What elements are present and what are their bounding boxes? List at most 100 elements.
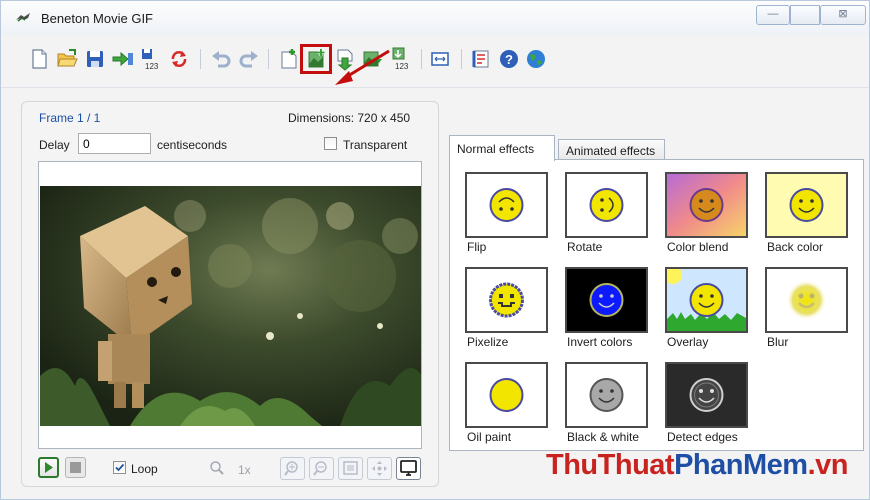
smiley-flip-icon: [489, 188, 524, 222]
fullscreen-button[interactable]: [396, 457, 421, 480]
effect-black-white[interactable]: Black & white: [565, 362, 649, 444]
save-icon[interactable]: [83, 47, 107, 71]
smiley-invert-icon: [567, 269, 646, 331]
effect-label: Oil paint: [467, 430, 512, 444]
watermark-part-1: ThuThuat: [546, 449, 675, 481]
smiley-oil-paint-icon: [489, 378, 524, 412]
effect-thumbnail: [565, 362, 648, 428]
check-icon: [115, 463, 125, 472]
toolbar-separator: [461, 49, 462, 69]
effect-label: Overlay: [667, 335, 709, 349]
effect-back-color[interactable]: Back color: [765, 172, 849, 254]
tab-normal-effects[interactable]: Normal effects: [449, 135, 555, 161]
effect-invert-colors[interactable]: Invert colors: [565, 267, 649, 349]
delay-label: Delay: [39, 138, 70, 152]
move-icon: [372, 461, 387, 476]
effect-label: Rotate: [567, 240, 603, 254]
effect-label: Pixelize: [467, 335, 509, 349]
zoom-out-button[interactable]: [309, 457, 334, 480]
maximize-button[interactable]: [790, 5, 820, 25]
effects-panel: Flip Rotate Color blend Back color Pixel…: [449, 159, 864, 451]
smiley-black-white-icon: [589, 378, 624, 412]
effect-thumbnail: [465, 362, 548, 428]
effect-thumbnail: [665, 362, 748, 428]
delay-unit-label: centiseconds: [157, 138, 228, 152]
effect-thumbnail: [665, 172, 748, 238]
dimensions-label: Dimensions: 720 x 450: [288, 111, 411, 125]
smiley-rotate-icon: [589, 188, 624, 222]
loop-label: Loop: [131, 462, 158, 476]
stop-icon: [70, 462, 81, 473]
effect-overlay[interactable]: Overlay: [665, 267, 749, 349]
zoom-in-icon: [284, 461, 298, 476]
redo-icon[interactable]: [237, 47, 261, 71]
move-button[interactable]: [367, 457, 392, 480]
play-icon: [45, 462, 53, 473]
effect-rotate[interactable]: Rotate: [565, 172, 649, 254]
effect-label: Color blend: [667, 240, 729, 254]
smiley-pixelize-icon: [489, 282, 524, 318]
monitor-icon: [400, 460, 417, 476]
delay-input[interactable]: [78, 133, 151, 154]
open-icon[interactable]: [55, 47, 79, 71]
smiley-color-blend-icon: [667, 174, 746, 236]
effect-label: Black & white: [567, 430, 640, 444]
help-icon[interactable]: ?: [497, 47, 521, 71]
fit-button[interactable]: [338, 457, 363, 480]
effect-thumbnail: [665, 267, 748, 333]
effect-blur[interactable]: Blur: [765, 267, 849, 349]
stop-button[interactable]: [65, 457, 86, 478]
save-numbered-icon[interactable]: 123: [139, 47, 163, 71]
svg-text:?: ?: [505, 52, 513, 67]
properties-icon[interactable]: [469, 47, 493, 71]
transparent-checkbox[interactable]: [324, 137, 337, 150]
divider: [1, 87, 869, 88]
fit-icon: [343, 461, 358, 475]
effect-label: Blur: [767, 335, 789, 349]
effect-color-blend[interactable]: Color blend: [665, 172, 749, 254]
zoom-level: 1x: [238, 463, 251, 477]
tab-animated-effects[interactable]: Animated effects: [558, 139, 665, 160]
effect-label: Back color: [767, 240, 824, 254]
insert-frame-icon[interactable]: [277, 47, 301, 71]
frame-panel: Frame 1 / 1 Dimensions: 720 x 450 Delay …: [21, 101, 439, 487]
zoom-in-button[interactable]: [280, 457, 305, 480]
effect-thumbnail: [765, 172, 848, 238]
minimize-button[interactable]: —: [756, 5, 790, 25]
new-icon[interactable]: [27, 47, 51, 71]
title-bar: Beneton Movie GIF — ⊠: [1, 1, 869, 35]
effect-label: Flip: [467, 240, 487, 254]
effect-oil-paint[interactable]: Oil paint: [465, 362, 549, 444]
import-numbered-text: 123: [395, 62, 409, 71]
smiley-overlay-icon: [667, 269, 746, 331]
smiley-blur-icon: [786, 280, 827, 320]
effect-thumbnail: [465, 172, 548, 238]
window-title: Beneton Movie GIF: [41, 11, 153, 26]
effect-thumbnail: [565, 267, 648, 333]
smiley-back-color-icon: [767, 174, 846, 236]
toolbar-separator: [200, 49, 201, 69]
convert-icon[interactable]: [167, 47, 191, 71]
effect-flip[interactable]: Flip: [465, 172, 549, 254]
export-icon[interactable]: [111, 47, 135, 71]
app-logo-icon: [16, 13, 30, 22]
effect-thumbnail: [465, 267, 548, 333]
zoom-icon: [210, 461, 224, 475]
undo-icon[interactable]: [209, 47, 233, 71]
zoom-out-icon: [313, 461, 327, 476]
effect-label: Invert colors: [567, 335, 633, 349]
frame-preview[interactable]: [38, 161, 422, 449]
play-button[interactable]: [38, 457, 59, 478]
resize-icon[interactable]: [428, 47, 452, 71]
effect-thumbnail: [565, 172, 648, 238]
web-icon[interactable]: [524, 47, 548, 71]
effect-detect-edges[interactable]: Detect edges: [665, 362, 749, 444]
frame-image: [40, 186, 421, 426]
effect-pixelize[interactable]: Pixelize: [465, 267, 549, 349]
app-window: Beneton Movie GIF — ⊠ 123 123 ? Frame 1 …: [0, 0, 870, 500]
loop-checkbox[interactable]: [113, 461, 126, 474]
frame-label: Frame 1 / 1: [39, 111, 101, 125]
close-button[interactable]: ⊠: [820, 5, 866, 25]
save-numbered-text: 123: [145, 62, 159, 71]
watermark: ThuThuatPhanMem.vn: [546, 449, 848, 482]
